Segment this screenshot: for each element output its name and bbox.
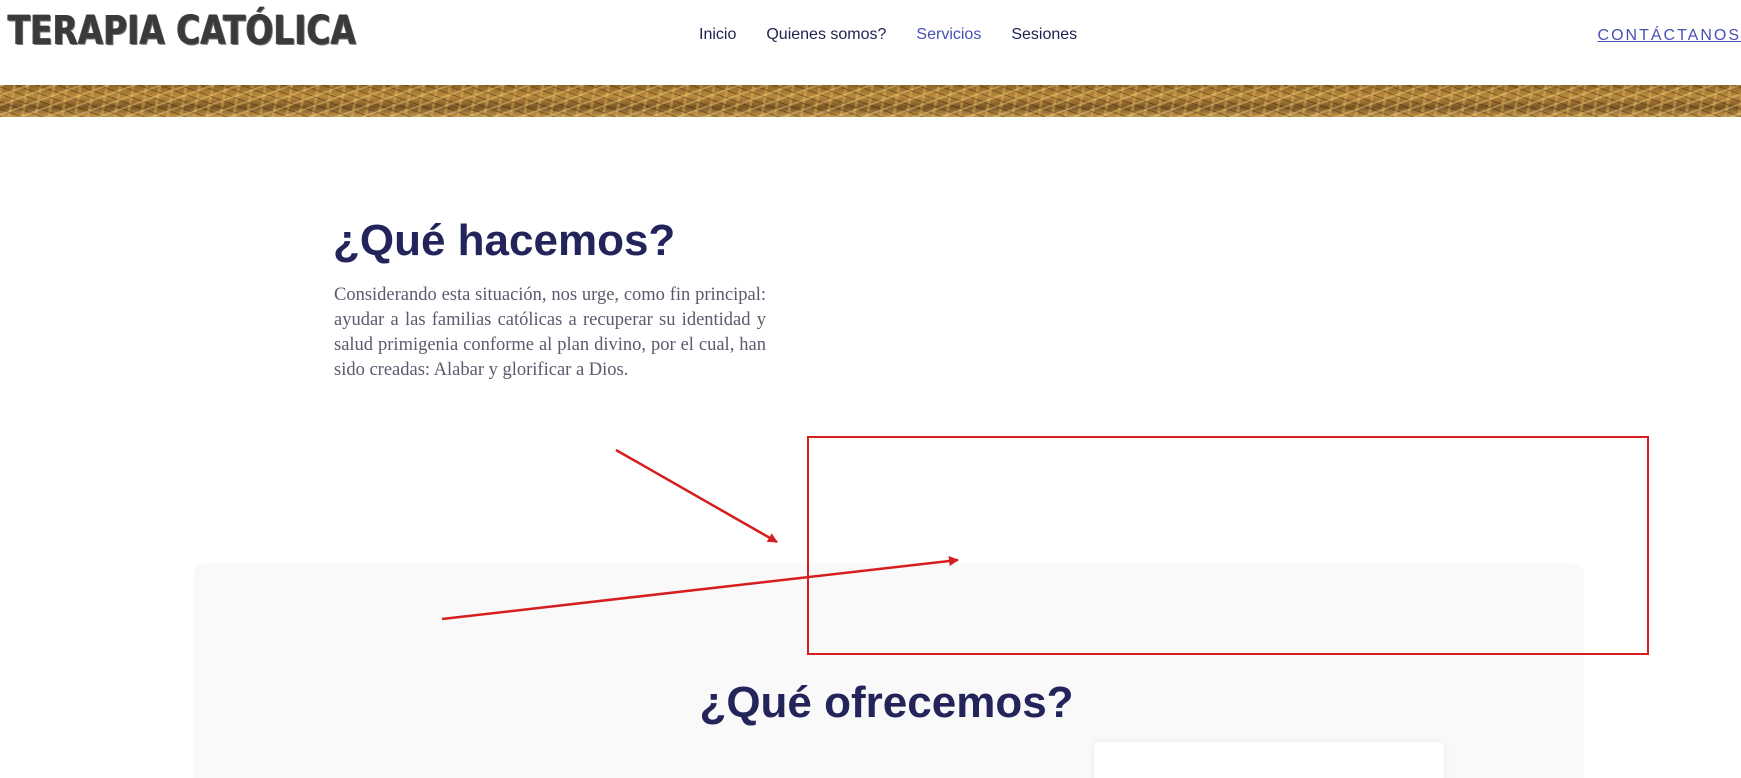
offer-card (1094, 742, 1444, 778)
section-title-what-we-do: ¿Qué hacemos? (333, 216, 676, 265)
annotation-highlight-box (807, 436, 1649, 655)
nav-item-inicio[interactable]: Inicio (699, 26, 736, 44)
nav-item-servicios[interactable]: Servicios (916, 26, 981, 44)
main-nav: Inicio Quienes somos? Servicios Sesiones (699, 26, 1107, 44)
contact-link[interactable]: CONTÁCTANOS (1598, 27, 1741, 45)
site-logo[interactable]: TERAPIA CATÓLICA (8, 8, 356, 54)
annotation-arrow-1 (615, 448, 778, 544)
hero-banner-image (0, 85, 1741, 117)
site-header: TERAPIA CATÓLICA Inicio Quienes somos? S… (0, 0, 1741, 85)
nav-item-sesiones[interactable]: Sesiones (1011, 26, 1077, 44)
page: TERAPIA CATÓLICA Inicio Quienes somos? S… (0, 0, 1741, 778)
nav-item-quienes-somos[interactable]: Quienes somos? (766, 26, 886, 44)
section-title-what-we-offer: ¿Qué ofrecemos? (699, 678, 1074, 727)
section-paragraph-what-we-do: Considerando esta situación, nos urge, c… (334, 285, 766, 380)
